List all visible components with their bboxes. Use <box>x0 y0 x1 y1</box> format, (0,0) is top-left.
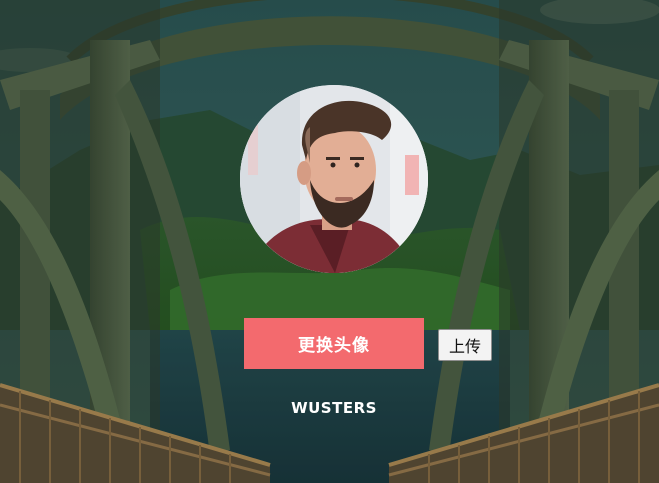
username: WUSTERS <box>291 399 377 417</box>
upload-button[interactable]: 上传 <box>438 329 492 361</box>
change-avatar-button[interactable]: 更换头像 <box>244 318 424 369</box>
user-avatar <box>240 85 428 273</box>
user-avatar-photo <box>240 85 428 273</box>
